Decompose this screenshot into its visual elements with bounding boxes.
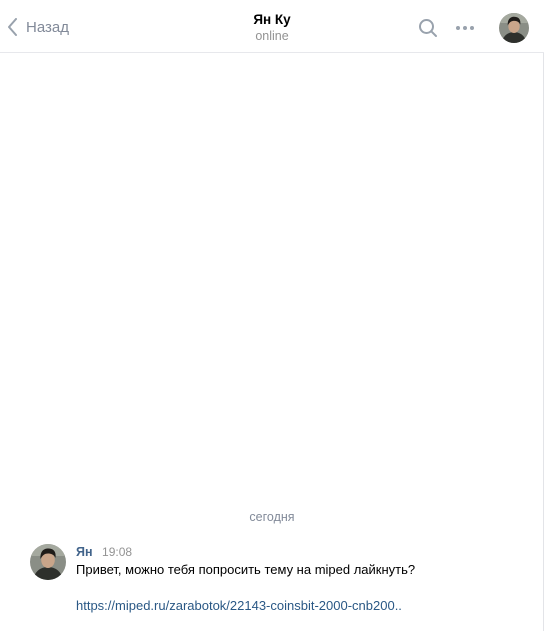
- message-header: Ян 19:08: [76, 545, 132, 559]
- user-photo-icon: [499, 13, 529, 43]
- more-dot-icon: [463, 26, 467, 30]
- more-dot-icon: [456, 26, 460, 30]
- more-dot-icon: [470, 26, 474, 30]
- search-button[interactable]: [417, 17, 439, 39]
- message-link[interactable]: https://miped.ru/zarabotok/22143-coinsbi…: [76, 598, 402, 613]
- user-photo-icon: [30, 544, 66, 580]
- chat-header: Назад Ян Ку online: [0, 0, 544, 53]
- message-text: Привет, можно тебя попросить тему на mip…: [76, 562, 416, 577]
- message-author[interactable]: Ян: [76, 545, 93, 559]
- search-icon: [419, 19, 437, 37]
- message-time[interactable]: 19:08: [102, 545, 132, 559]
- chat-window: Назад Ян Ку online сегодня Ян 19:08 Прив…: [0, 0, 544, 631]
- message-author-avatar[interactable]: [30, 544, 66, 580]
- date-separator: сегодня: [249, 510, 295, 524]
- more-actions-button[interactable]: [456, 21, 478, 35]
- peer-avatar[interactable]: [499, 13, 529, 43]
